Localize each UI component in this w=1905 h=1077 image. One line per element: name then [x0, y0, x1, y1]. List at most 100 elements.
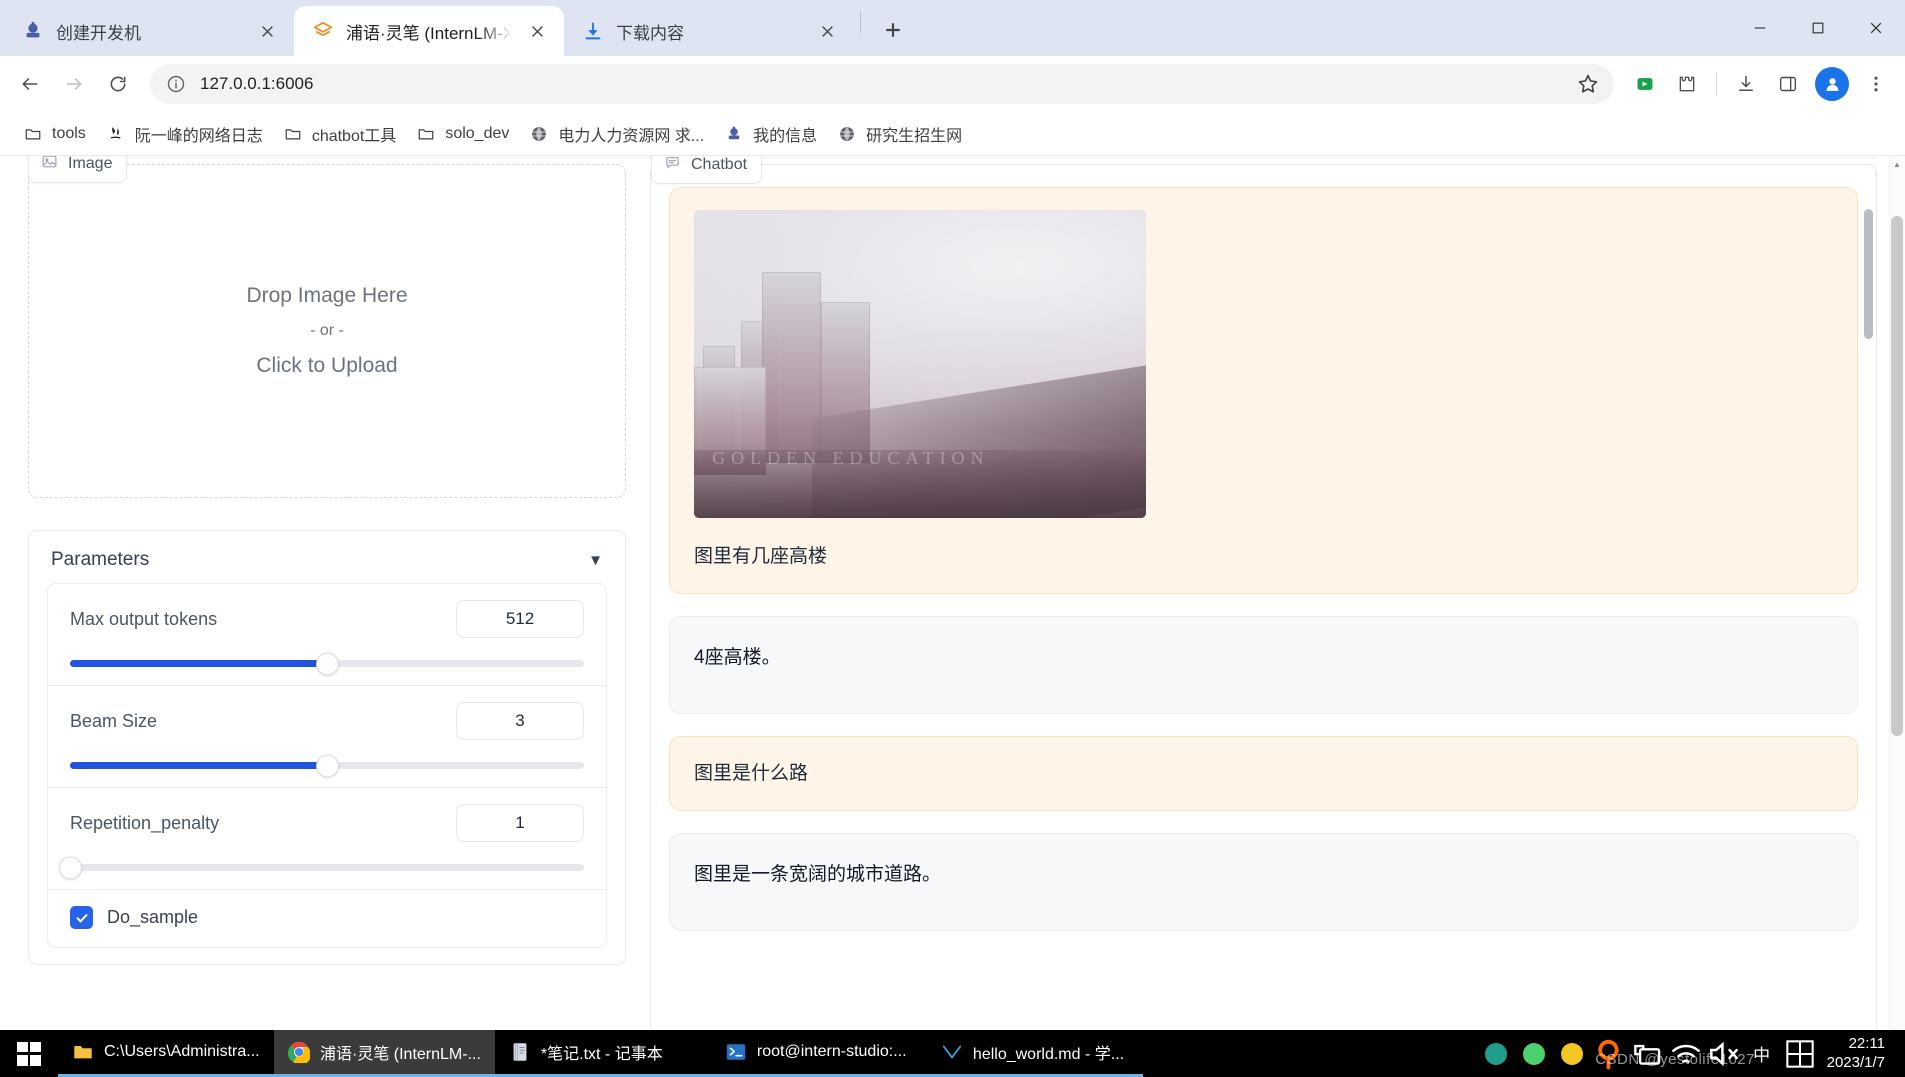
bookmark-chatbot-tools[interactable]: chatbot工具 [274, 116, 406, 152]
window-maximize-button[interactable] [1789, 0, 1847, 56]
image-block-label: Image [28, 156, 128, 183]
terminal-icon [725, 1041, 747, 1063]
left-column: Image Drop Image Here - or - Click to Up… [28, 156, 626, 1077]
taskbar-item-explorer[interactable]: C:\Users\Administra... [58, 1030, 274, 1077]
folder-icon [23, 124, 43, 144]
parameters-accordion: Parameters ▼ Max output tokens 512 Beam … [28, 530, 626, 965]
chat-scrollbar-thumb[interactable] [1864, 209, 1873, 339]
slider-beam-size-track[interactable] [70, 754, 584, 777]
site-info-icon[interactable] [166, 74, 186, 94]
bookmark-tools[interactable]: tools [14, 118, 95, 150]
profile-avatar-icon[interactable] [1815, 67, 1849, 101]
taskbar-item-typora-label: hello_world.md - 学... [972, 1046, 1125, 1063]
bookmark-chatbot-tools-label: chatbot工具 [311, 127, 397, 145]
download-icon [582, 20, 604, 42]
typora-icon [941, 1041, 963, 1063]
parameters-title: Parameters [51, 549, 150, 570]
page-scrollbar-thumb[interactable] [1891, 216, 1903, 736]
dropzone-upload-text[interactable]: Click to Upload [256, 354, 397, 378]
taskbar-item-explorer-label: C:\Users\Administra... [104, 1043, 260, 1060]
right-column: Chatbot GOLDEN EDUCATION 图里有几座高楼 4座高楼。 图… [650, 156, 1877, 1077]
slider-beam-size-value[interactable]: 3 [456, 702, 584, 740]
chat-message-bot-1: 4座高楼。 [669, 616, 1858, 714]
parameters-header[interactable]: Parameters ▼ [29, 531, 625, 583]
chat-message-image[interactable]: GOLDEN EDUCATION [694, 210, 1146, 518]
bookmark-grad-admission-label: 研究生招生网 [866, 127, 963, 145]
image-dropzone[interactable]: Drop Image Here - or - Click to Upload [28, 164, 626, 498]
scroll-up-arrow-icon[interactable]: ▲ [1889, 156, 1905, 172]
three-dot-menu-icon[interactable] [1857, 65, 1895, 103]
bookmark-solo-dev[interactable]: solo_dev [407, 118, 518, 150]
wechat-icon[interactable] [1515, 1030, 1553, 1077]
taskbar-buttons: C:\Users\Administra... 浦语·灵笔 (InternLM-.… [58, 1030, 1143, 1077]
image-upload-block: Image Drop Image Here - or - Click to Up… [28, 156, 626, 498]
app-yellow-icon[interactable] [1553, 1030, 1591, 1077]
forward-button[interactable] [54, 64, 94, 104]
bookmark-tools-label: tools [52, 124, 86, 142]
browser-tab-1-title: 创建开发机 [56, 23, 141, 43]
folder-icon [416, 124, 436, 144]
side-panel-icon[interactable] [1769, 65, 1807, 103]
window-minimize-button[interactable] [1731, 0, 1789, 56]
app-green-icon[interactable] [1477, 1030, 1515, 1077]
bookmarks-bar: tools 阮一峰的网络日志 chatbot工具 solo_dev 电力人力资源… [0, 112, 1905, 156]
taskbar-item-typora[interactable]: hello_world.md - 学... [926, 1030, 1143, 1077]
browser-tab-1[interactable]: 创建开发机 [4, 6, 294, 56]
checkbox-do-sample[interactable] [70, 906, 93, 929]
taskbar-item-notepad[interactable]: *笔记.txt - 记事本 [494, 1030, 711, 1077]
parameters-body: Max output tokens 512 Beam Size 3 Repeti… [47, 583, 607, 948]
ime-panel-icon[interactable] [1781, 1030, 1819, 1077]
dropzone-primary-text: Drop Image Here [246, 284, 408, 307]
chat-message-bot-2: 图里是一条宽阔的城市道路。 [669, 833, 1858, 931]
address-bar[interactable]: 127.0.0.1:6006 [150, 64, 1614, 104]
chat-message-user-2: 图里是什么路 [669, 735, 1858, 812]
star-icon[interactable] [1576, 72, 1600, 96]
puzzle-icon[interactable] [1668, 65, 1706, 103]
slider-max-output-tokens-value[interactable]: 512 [456, 600, 584, 638]
tab-strip: 创建开发机 浦语·灵笔 (InternLM-XCompo 下载内容 [0, 0, 1905, 56]
downloads-icon[interactable] [1727, 65, 1765, 103]
browser-tab-1-close-icon[interactable] [254, 18, 280, 44]
bookmark-my-info[interactable]: 我的信息 [715, 116, 826, 152]
taskbar-item-chrome[interactable]: 浦语·灵笔 (InternLM-... [274, 1030, 495, 1077]
back-button[interactable] [10, 64, 50, 104]
new-tab-button[interactable] [873, 10, 913, 50]
browser-tab-3[interactable]: 下载内容 [564, 6, 854, 56]
checkbox-do-sample-label: Do_sample [107, 907, 199, 927]
slider-beam-size-handle[interactable] [315, 754, 339, 777]
chat-bubble-icon [664, 156, 681, 176]
chat-message-list[interactable]: GOLDEN EDUCATION 图里有几座高楼 4座高楼。 图里是什么路 图里… [669, 187, 1858, 1052]
globe-icon [529, 124, 549, 144]
bookmark-grad-admission[interactable]: 研究生招生网 [828, 116, 971, 152]
clock-time: 22:11 [1848, 1034, 1885, 1052]
reload-button[interactable] [98, 64, 138, 104]
chat-message-user-1-text: 图里有几座高楼 [694, 546, 828, 567]
extension-green-icon[interactable] [1626, 65, 1664, 103]
browser-tab-2-title: 浦语·灵笔 (InternLM-XCompo [346, 23, 512, 43]
bookmark-ruanyifeng[interactable]: 阮一峰的网络日志 [97, 116, 272, 152]
page-viewport: Image Drop Image Here - or - Click to Up… [0, 156, 1905, 1077]
slider-max-output-tokens-handle[interactable] [315, 652, 339, 675]
browser-tab-2[interactable]: 浦语·灵笔 (InternLM-XCompo [294, 6, 564, 56]
avatar-icon [724, 124, 744, 144]
slider-max-output-tokens-track[interactable] [70, 652, 584, 675]
bookmark-solo-dev-label: solo_dev [445, 124, 510, 142]
slider-repetition-penalty-handle[interactable] [58, 856, 82, 879]
taskbar-item-terminal[interactable]: root@intern-studio:... [710, 1030, 927, 1077]
bookmark-power-hr[interactable]: 电力人力资源网 求... [520, 116, 713, 152]
chat-message-bot-1-text: 4座高楼。 [694, 647, 781, 669]
address-bar-url: 127.0.0.1:6006 [200, 74, 314, 93]
bookmark-power-hr-label: 电力人力资源网 求... [558, 127, 705, 145]
chevron-down-icon[interactable]: ▼ [588, 552, 603, 569]
dropzone-or-text: - or - [310, 322, 344, 339]
slider-repetition-penalty-value[interactable]: 1 [456, 804, 584, 842]
page-scrollbar[interactable]: ▲ ▼ [1889, 156, 1905, 1077]
start-button[interactable] [0, 1030, 58, 1077]
browser-tab-2-close-icon[interactable] [524, 18, 550, 44]
window-close-button[interactable] [1847, 0, 1905, 56]
browser-tab-3-title: 下载内容 [616, 23, 684, 43]
taskbar-clock[interactable]: 22:11 2023/1/7 [1819, 1035, 1897, 1073]
slider-repetition-penalty-track[interactable] [58, 856, 584, 879]
checkbox-do-sample-row[interactable]: Do_sample [48, 890, 606, 947]
browser-tab-3-close-icon[interactable] [814, 18, 840, 44]
